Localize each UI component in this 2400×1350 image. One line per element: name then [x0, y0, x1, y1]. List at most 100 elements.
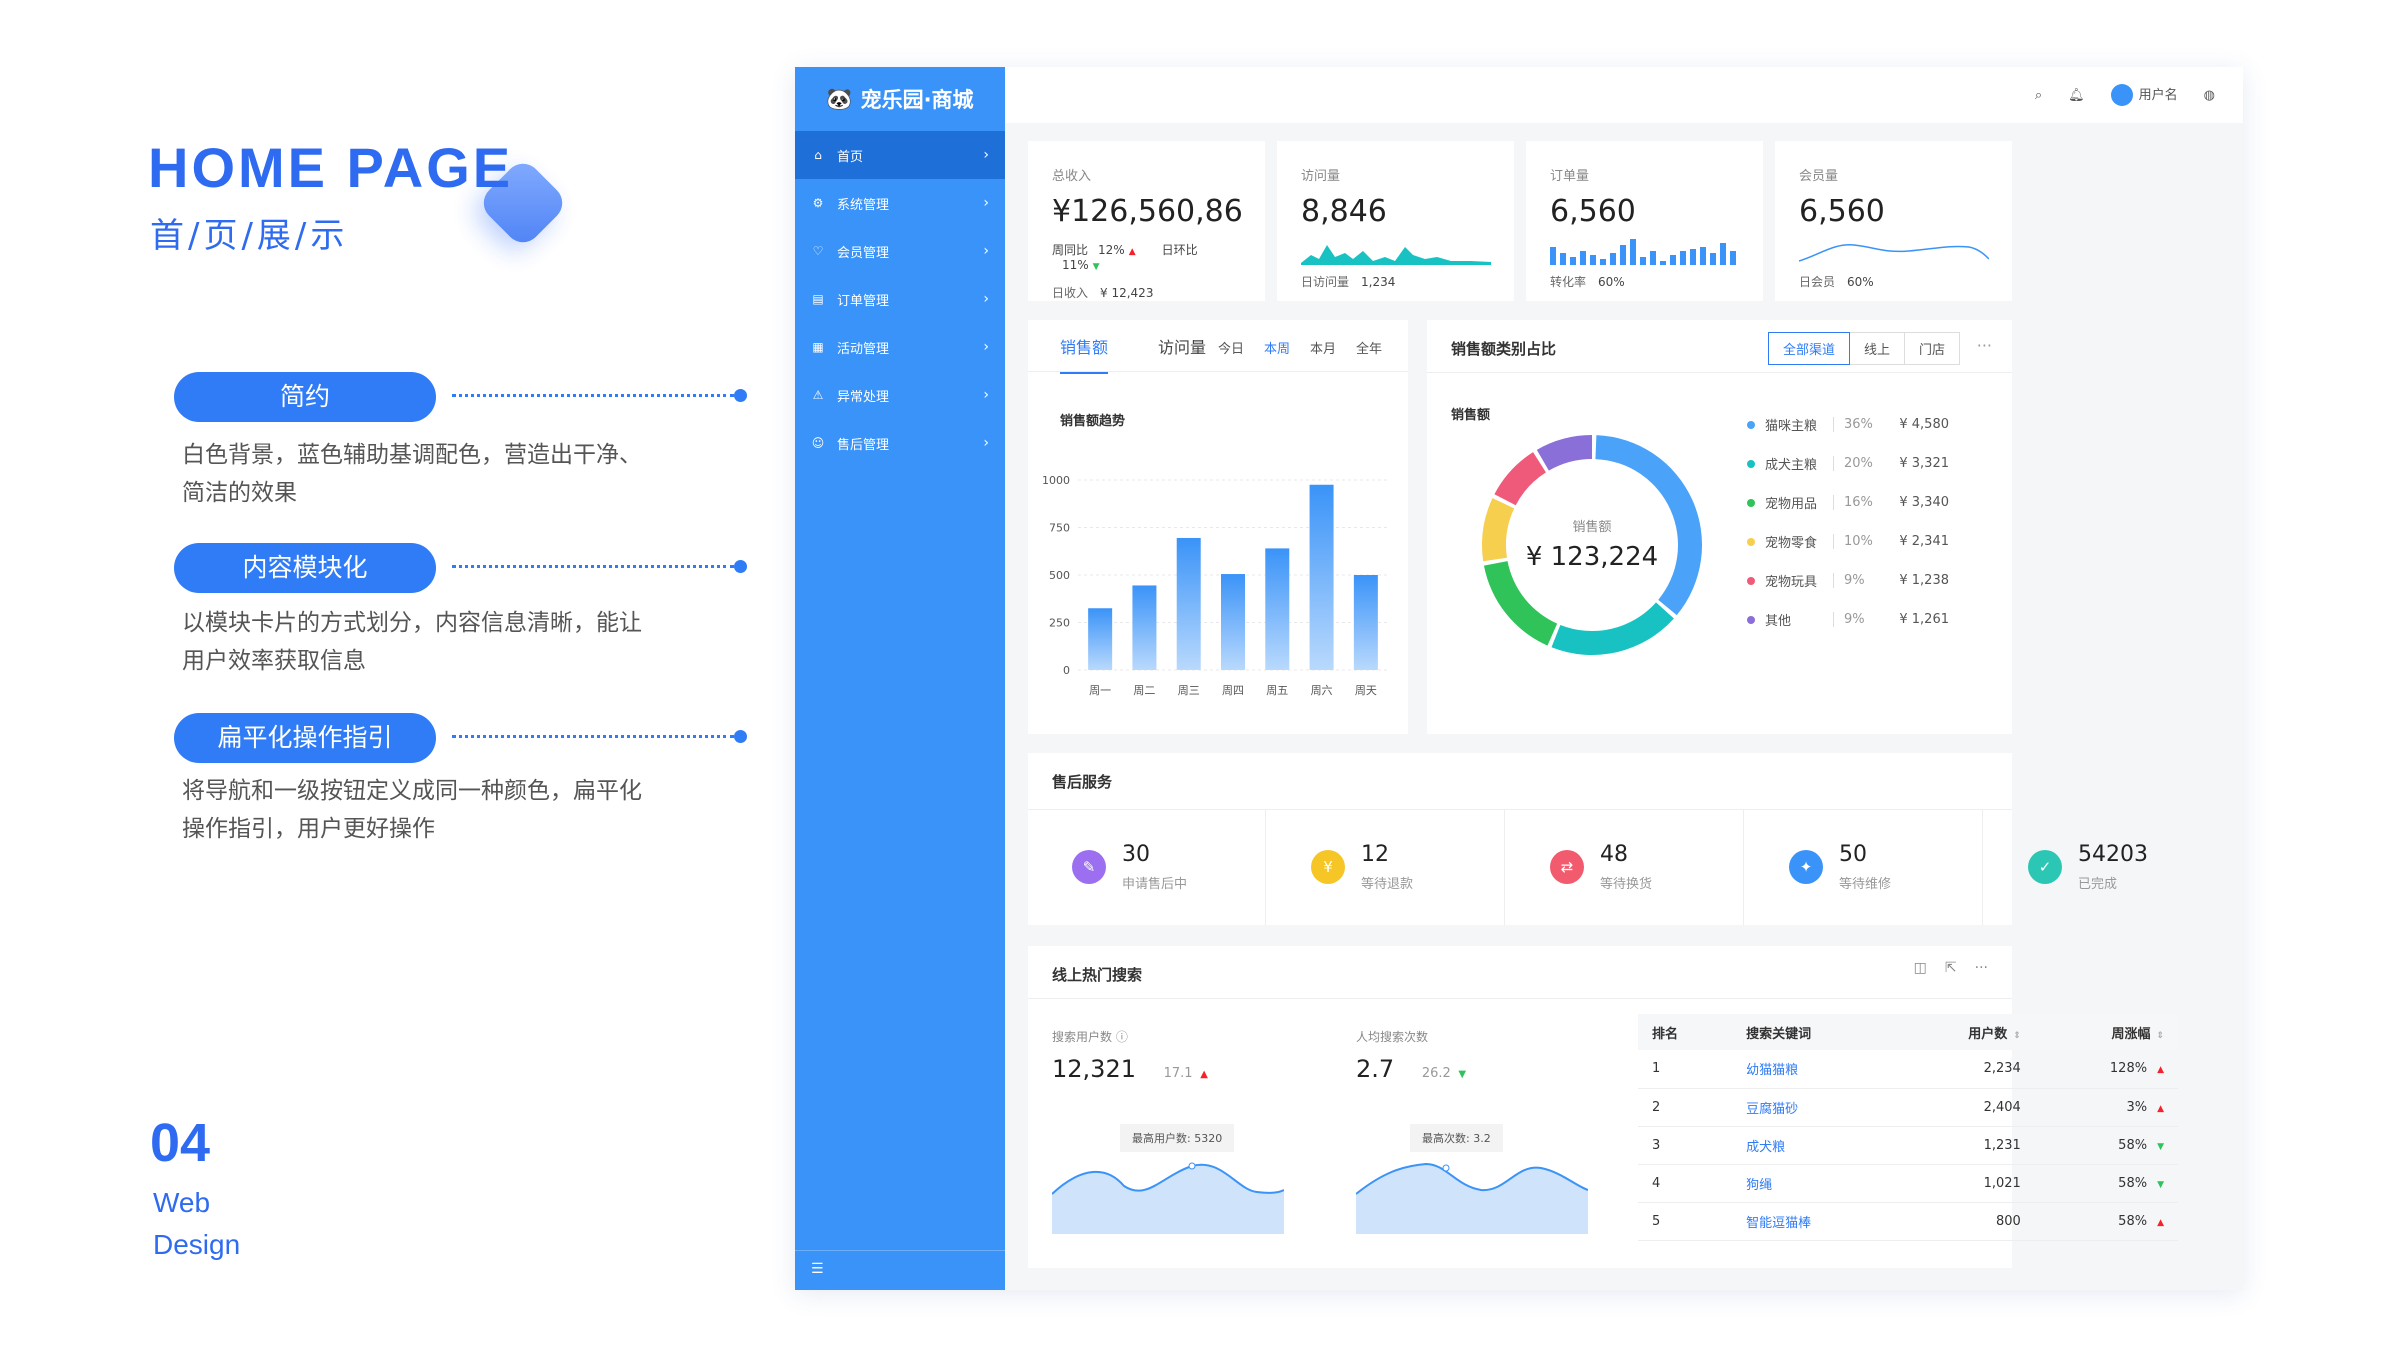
- search-users-label: 搜索用户数: [1052, 1030, 1113, 1044]
- donut-legend: 猫咪主粮 36% ¥ 4,580 成犬主粮 20% ¥ 3,321 宠物用品 16% ¥ 3,3…: [1747, 405, 1949, 639]
- legend-dot: [1747, 615, 1755, 624]
- bar-周五: [1265, 548, 1290, 670]
- keyword-link[interactable]: 成犬粮: [1732, 1126, 1895, 1165]
- user-menu[interactable]: 用户名: [2110, 84, 2178, 107]
- column-header[interactable]: 用户数 ⇕: [1894, 1014, 2035, 1050]
- repair-icon: ✦: [1789, 850, 1823, 884]
- range-tab[interactable]: 本月: [1310, 338, 1336, 357]
- service-value: 54203: [2078, 842, 2148, 867]
- column-header[interactable]: 周涨幅 ⇕: [2034, 1014, 2178, 1050]
- avg-search-label: 人均搜索次数: [1356, 1030, 1429, 1044]
- y-tick-label: 500: [1049, 569, 1070, 582]
- sidebar-item-2[interactable]: ♡ 会员管理 ›: [795, 227, 1005, 275]
- metric-value: 6,560: [1550, 194, 1636, 229]
- feature-desc: 白色背景，蓝色辅助基调配色，营造出干净、简洁的效果: [182, 442, 642, 506]
- range-tab[interactable]: 今日: [1218, 338, 1244, 357]
- bar-周二: [1132, 585, 1157, 670]
- feature-dotline: [452, 394, 734, 397]
- x-tick-label: 周二: [1133, 684, 1155, 697]
- feature-dotline: [452, 735, 734, 738]
- sidebar-item-label: 售后管理: [837, 437, 890, 453]
- sidebar-item-3[interactable]: ▤ 订单管理 ›: [795, 275, 1005, 323]
- bar-周四: [1221, 574, 1245, 670]
- down-arrow-icon: ▼: [1092, 262, 1100, 272]
- search-icon[interactable]: ⌕: [2035, 88, 2042, 103]
- range-tab[interactable]: 本周: [1264, 338, 1290, 357]
- service-label: 等待维修: [1839, 877, 1892, 892]
- legend-item: 成犬主粮 20% ¥ 3,321: [1747, 444, 1949, 483]
- service-value: 12: [1361, 842, 1389, 867]
- share-icon[interactable]: ⇱: [1945, 960, 1957, 976]
- down-arrow-icon: ▼: [2157, 1179, 2164, 1190]
- avatar: [2110, 84, 2133, 107]
- hot-search-table: 排名 搜索关键词 用户数 ⇕ 周涨幅 ⇕ 1 幼猫猫粮 2,234 128% ▲ 2 豆腐猫砂 2,404…: [1638, 1014, 2178, 1241]
- metric-sparkline: [1799, 244, 1989, 262]
- sort-icon: ⇕: [2156, 1030, 2164, 1041]
- service-value: 30: [1122, 842, 1150, 867]
- down-arrow-icon: ▼: [2157, 1141, 2164, 1152]
- bar-周三: [1176, 537, 1201, 670]
- y-tick-label: 750: [1049, 522, 1070, 535]
- up-arrow-icon: ▲: [1128, 247, 1136, 257]
- more-icon[interactable]: ···: [1977, 336, 1992, 355]
- sidebar-item-6[interactable]: ☺ 售后管理 ›: [795, 419, 1005, 467]
- metric-label: 总收入: [1052, 169, 1092, 184]
- service-stat[interactable]: ✓ 54203 已完成: [1984, 809, 2222, 925]
- feature-dot: [734, 560, 747, 573]
- camera-icon[interactable]: ◫: [1914, 960, 1927, 976]
- bar-周天: [1353, 575, 1378, 670]
- tab-sales[interactable]: 销售额: [1060, 334, 1109, 374]
- keyword-link[interactable]: 智能逗猫棒: [1732, 1202, 1895, 1241]
- bar-周一: [1088, 608, 1113, 670]
- donut-slice-宠物用品: [1483, 561, 1558, 646]
- channel-button[interactable]: 全部渠道: [1767, 332, 1850, 365]
- sidebar-item-1[interactable]: ⚙ 系统管理 ›: [795, 179, 1005, 227]
- table-row: 5 智能逗猫棒 800 58% ▲: [1638, 1202, 2178, 1241]
- service-stat[interactable]: ¥12 等待退款: [1267, 809, 1505, 925]
- table-row: 3 成犬粮 1,231 58% ▼: [1638, 1126, 2178, 1165]
- range-tab[interactable]: 全年: [1356, 338, 1382, 357]
- collapse-menu-icon[interactable]: ☰: [795, 1250, 1005, 1290]
- feature-desc: 以模块卡片的方式划分，内容信息清晰，能让用户效率获取信息: [182, 610, 642, 674]
- sidebar-item-4[interactable]: ▦ 活动管理 ›: [795, 323, 1005, 371]
- up-arrow-icon: ▲: [1200, 1069, 1208, 1080]
- sidebar: 🐼 宠乐园·商城 ⌂ 首页 › ⚙ 系统管理 › ♡ 会员管理 › ▤ 订单管理 › ▦ 活动管理 › ⚠ 异常处…: [795, 67, 1005, 1290]
- tab-visits[interactable]: 访问量: [1158, 334, 1206, 358]
- done-icon: ✓: [2028, 850, 2062, 884]
- sidebar-item-5[interactable]: ⚠ 异常处理 ›: [795, 371, 1005, 419]
- metric-sparkline: [1550, 239, 1736, 265]
- avg-area-chart: [1356, 1162, 1588, 1234]
- table-row: 4 狗绳 1,021 58% ▼: [1638, 1164, 2178, 1203]
- globe-icon[interactable]: ◍: [2204, 88, 2215, 103]
- sidebar-item-label: 订单管理: [837, 293, 890, 309]
- home-icon: ⌂: [814, 148, 822, 162]
- service-stat[interactable]: ✎ 30 申请售后中: [1028, 809, 1266, 925]
- sidebar-item-0[interactable]: ⌂ 首页 ›: [795, 131, 1005, 179]
- feature-dotline: [452, 565, 734, 568]
- activity-icon: ▦: [812, 340, 824, 354]
- service-label: 已完成: [2078, 877, 2118, 892]
- keyword-link[interactable]: 豆腐猫砂: [1732, 1088, 1895, 1127]
- chevron-right-icon: ›: [983, 147, 989, 163]
- column-header: 排名: [1638, 1014, 1733, 1050]
- keyword-link[interactable]: 狗绳: [1732, 1164, 1895, 1203]
- bell-icon[interactable]: 🔔︎: [2068, 88, 2085, 103]
- exchange-icon: ⇄: [1550, 850, 1584, 884]
- bar-chart: 0 250 500 750 1000 周一 周二 周三 周四 周五 周六 周天: [1042, 474, 1388, 697]
- chevron-right-icon: ›: [983, 339, 989, 355]
- service-stat[interactable]: ✦ 50 等待维修: [1745, 809, 1983, 925]
- channel-button[interactable]: 线上: [1848, 332, 1905, 365]
- service-stat[interactable]: ⇄ 48 等待换货: [1506, 809, 1744, 925]
- legend-dot: [1747, 537, 1755, 546]
- metric-value: 6,560: [1799, 194, 1885, 229]
- feature-pill-modular: 内容模块化: [174, 543, 436, 593]
- keyword-link[interactable]: 幼猫猫粮: [1732, 1050, 1895, 1089]
- channel-button[interactable]: 门店: [1903, 332, 1960, 365]
- more-icon[interactable]: ···: [1975, 960, 1988, 976]
- x-tick-label: 周三: [1178, 684, 1200, 697]
- x-tick-label: 周六: [1311, 684, 1333, 697]
- aftersale-title: 售后服务: [1052, 773, 1113, 791]
- sidebar-item-label: 首页: [837, 149, 864, 165]
- chevron-right-icon: ›: [983, 387, 989, 403]
- chevron-right-icon: ›: [983, 291, 989, 307]
